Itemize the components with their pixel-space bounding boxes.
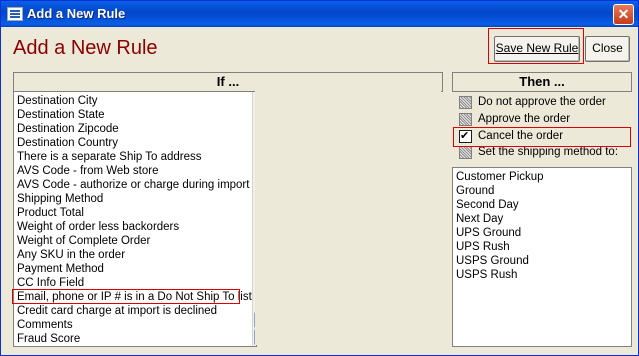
list-item[interactable]: Destination Zipcode — [17, 122, 119, 136]
window-title: Add a New Rule — [27, 6, 126, 21]
list-item[interactable]: Product Total — [17, 206, 84, 220]
cancel-option-highlight-box — [453, 127, 631, 147]
list-item[interactable]: Weight of Complete Order — [17, 234, 150, 248]
list-item[interactable]: Credit card charge at import is declined — [17, 304, 217, 318]
if-header: If ... — [13, 72, 443, 92]
list-item[interactable]: AVS Code - from Web store — [17, 164, 158, 178]
form-icon — [7, 7, 23, 21]
window-close-button[interactable]: ✕ — [613, 4, 634, 25]
list-item[interactable]: Ground — [456, 184, 494, 198]
if-empty-area — [255, 91, 441, 345]
list-item[interactable]: UPS Rush — [456, 240, 510, 254]
page-title: Add a New Rule — [13, 37, 158, 59]
list-item[interactable]: Next Day — [456, 212, 503, 226]
option-label: Do not approve the order — [478, 96, 606, 108]
list-item[interactable]: Payment Method — [17, 262, 104, 276]
option-label: Approve the order — [478, 113, 571, 125]
save-new-rule-button[interactable]: Save New Rule — [494, 36, 580, 62]
list-item[interactable]: CC Info Field — [17, 276, 84, 290]
list-item[interactable]: Destination Country — [17, 136, 118, 150]
list-item[interactable]: Shipping Method — [17, 192, 103, 206]
if-item-highlight-box — [12, 289, 240, 304]
list-item[interactable]: Fraud Score — [17, 332, 80, 346]
shipping-method-list[interactable]: Customer Pickup Ground Second Day Next D… — [452, 167, 632, 347]
if-conditions-list[interactable]: Destination City Destination State Desti… — [13, 91, 257, 347]
list-item[interactable]: Any SKU in the order — [17, 248, 125, 262]
list-item[interactable]: Comments — [17, 318, 73, 332]
list-item[interactable]: AVS Code - authorize or charge during im… — [17, 178, 249, 192]
title-bar[interactable]: Add a New Rule ✕ — [1, 1, 638, 27]
checkbox-indeterminate-icon[interactable] — [459, 146, 472, 159]
list-item[interactable]: Destination State — [17, 108, 105, 122]
list-item[interactable]: Second Day — [456, 198, 519, 212]
list-item[interactable]: Destination City — [17, 94, 98, 108]
checkbox-indeterminate-icon[interactable] — [459, 113, 472, 126]
list-item[interactable]: Customer Pickup — [456, 170, 544, 184]
list-item[interactable]: USPS Rush — [456, 268, 517, 282]
list-item[interactable]: UPS Ground — [456, 226, 521, 240]
add-rule-window: Add a New Rule ✕ Add a New Rule Save New… — [0, 0, 639, 356]
close-button[interactable]: Close — [585, 36, 630, 62]
then-header: Then ... — [452, 72, 632, 92]
list-item[interactable]: USPS Ground — [456, 254, 529, 268]
checkbox-indeterminate-icon[interactable] — [459, 96, 472, 109]
list-item[interactable]: There is a separate Ship To address — [17, 150, 202, 164]
list-item[interactable]: Weight of order less backorders — [17, 220, 179, 234]
save-button-label: Save New Rule — [495, 41, 579, 55]
